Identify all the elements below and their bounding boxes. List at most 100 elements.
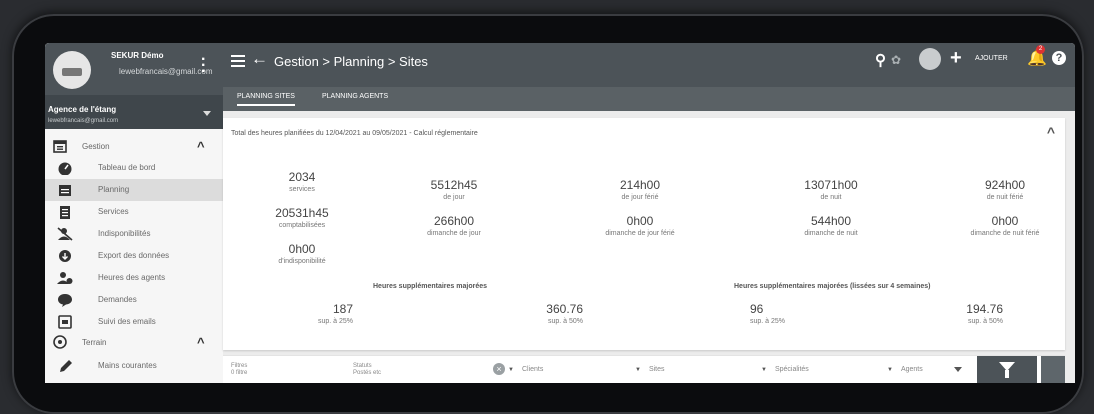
sidebar-section-gestion[interactable]: Gestion ^ (45, 137, 223, 157)
cloud-download-icon (59, 250, 71, 262)
speedometer-icon (58, 162, 72, 175)
sidebar-item-mains-courantes[interactable]: Mains courantes (45, 355, 223, 377)
stat-value: 194.76 (966, 302, 1003, 316)
stat-value: 544h00 (810, 214, 852, 228)
status-filter[interactable]: Statuts Postés etc (353, 363, 381, 377)
sidebar-item-export[interactable]: Export des données (45, 245, 223, 267)
search-icon[interactable]: ⚲ (875, 51, 886, 69)
help-icon[interactable]: ? (1052, 51, 1066, 65)
sidebar-item-suivi-emails[interactable]: Suivi des emails (45, 311, 223, 333)
sidebar-item-label: Demandes (98, 295, 137, 304)
sidebar-item-indisponibilites[interactable]: Indisponibilités (45, 223, 223, 245)
status-label: Statuts (353, 363, 372, 369)
sidebar-item-label: Heures des agents (98, 273, 166, 282)
stat-value: 266h00 (433, 214, 475, 228)
sidebar-item-heures-agents[interactable]: Heures des agents (45, 267, 223, 289)
pen-icon (60, 360, 72, 372)
stat-holiday-day: 214h00 de jour férié (580, 178, 700, 201)
stat-label: sup. à 25% (750, 318, 786, 325)
stat-label: dimanche de nuit férié (970, 230, 1040, 237)
sidebar-item-demandes[interactable]: Demandes (45, 289, 223, 311)
calendar-icon (53, 140, 67, 153)
person-clock-icon (57, 272, 73, 284)
chevron-down-icon[interactable] (203, 111, 211, 116)
notification-badge: 2 (1036, 45, 1045, 54)
status-value: Postés etc (353, 370, 382, 376)
chevron-down-icon[interactable] (954, 367, 962, 372)
stat-overtime-50: 360.76 sup. à 50% (513, 302, 583, 325)
stat-label: dimanche de nuit (804, 230, 858, 237)
user-box: SEKUR Démo lewebfrancais@gmail.com · · · (45, 43, 223, 95)
stat-sunday-holiday-night: 0h00 dimanche de nuit férié (945, 214, 1065, 237)
stat-value: 924h00 (984, 178, 1026, 192)
stat-label: dimanche de jour (427, 230, 481, 237)
modules-icon[interactable]: ✿ (891, 53, 901, 67)
filters-label: Filtres (231, 363, 248, 369)
agents-select[interactable]: Agents (887, 366, 923, 373)
tab-planning-agents[interactable]: PLANNING AGENTS (322, 93, 388, 100)
stat-label: sup. à 25% (317, 318, 353, 325)
stat-label: dimanche de jour férié (605, 230, 675, 237)
sidebar-section-terrain[interactable]: Terrain ^ (45, 333, 223, 353)
stat-unavailability: 0h00 d'indisponibilité (257, 242, 347, 265)
sidebar-item-services[interactable]: Services (45, 201, 223, 223)
apply-filter-button[interactable] (977, 356, 1037, 383)
sidebar-item-label: Services (98, 207, 129, 216)
stat-value: 13071h00 (804, 178, 858, 192)
tab-bar: PLANNING SITES PLANNING AGENTS (223, 87, 1075, 111)
stat-label: de jour (443, 194, 465, 201)
email-tracking-icon (58, 315, 72, 329)
stat-counted: 20531h45 comptabilisées (257, 206, 347, 229)
sidebar-item-label: Suivi des emails (98, 317, 156, 326)
tab-planning-sites[interactable]: PLANNING SITES (237, 93, 295, 106)
agency-name: Agence de l'étang (48, 105, 117, 114)
stat-smoothed-25: 96 sup. à 25% (750, 302, 810, 325)
chevron-up-icon[interactable]: ^ (197, 335, 205, 350)
clear-icon[interactable]: × (493, 363, 505, 375)
sidebar-item-label: Export des données (98, 251, 170, 260)
stat-services: 2034 services (257, 170, 347, 193)
chevron-up-icon[interactable]: ^ (1047, 124, 1055, 140)
terrain-icon (53, 335, 67, 349)
sites-select[interactable]: Sites (635, 366, 665, 373)
card-title: Total des heures planifiées du 12/04/202… (231, 130, 478, 137)
specialties-select[interactable]: Spécialités (761, 366, 809, 373)
stat-value: 214h00 (619, 178, 661, 192)
plus-icon[interactable]: + (950, 47, 962, 70)
filters-summary[interactable]: Filtres 0 filtre (231, 363, 247, 377)
sidebar-item-label: Indisponibilités (98, 229, 151, 238)
add-button[interactable]: AJOUTER (975, 55, 1008, 62)
sidebar: SEKUR Démo lewebfrancais@gmail.com · · · A… (45, 43, 223, 383)
stat-value: 360.76 (546, 302, 583, 316)
arrow-back-icon[interactable]: ← (251, 49, 268, 69)
filter-options-button[interactable] (1041, 356, 1065, 383)
sidebar-item-planning[interactable]: Planning (45, 179, 223, 201)
stat-value: 20531h45 (275, 206, 329, 220)
stat-value: 96 (750, 302, 764, 316)
stat-sunday-holiday-day: 0h00 dimanche de jour férié (580, 214, 700, 237)
smoothed-overtime-heading: Heures supplémentaires majorées (lissées… (734, 283, 931, 290)
stat-label: comptabilisées (278, 222, 326, 229)
stat-smoothed-50: 194.76 sup. à 50% (923, 302, 1003, 325)
avatar[interactable] (53, 51, 91, 89)
stat-holiday-night: 924h00 de nuit férié (945, 178, 1065, 201)
more-vert-icon[interactable]: · · · (201, 52, 206, 80)
sidebar-item-tableau-de-bord[interactable]: Tableau de bord (45, 157, 223, 179)
stat-label: de jour férié (621, 194, 659, 201)
breadcrumb: Gestion > Planning > Sites (274, 54, 428, 69)
stat-value: 5512h45 (430, 178, 478, 192)
stat-night: 13071h00 de nuit (771, 178, 891, 201)
stat-day: 5512h45 de jour (399, 178, 509, 201)
clipboard-icon (60, 206, 70, 219)
user-email: lewebfrancais@gmail.com (119, 67, 213, 76)
company-logo[interactable] (919, 48, 941, 70)
overtime-heading: Heures supplémentaires majorées (373, 283, 487, 290)
stat-label: d'indisponibilité (278, 258, 326, 265)
clients-select[interactable]: Clients (508, 366, 543, 373)
hamburger-menu-icon[interactable] (231, 55, 245, 67)
sidebar-item-label: Mains courantes (98, 361, 157, 370)
stat-label: sup. à 50% (967, 318, 1003, 325)
stat-overtime-25: 187 sup. à 25% (283, 302, 353, 325)
chevron-up-icon[interactable]: ^ (197, 139, 205, 154)
stat-label: de nuit férié (986, 194, 1024, 201)
